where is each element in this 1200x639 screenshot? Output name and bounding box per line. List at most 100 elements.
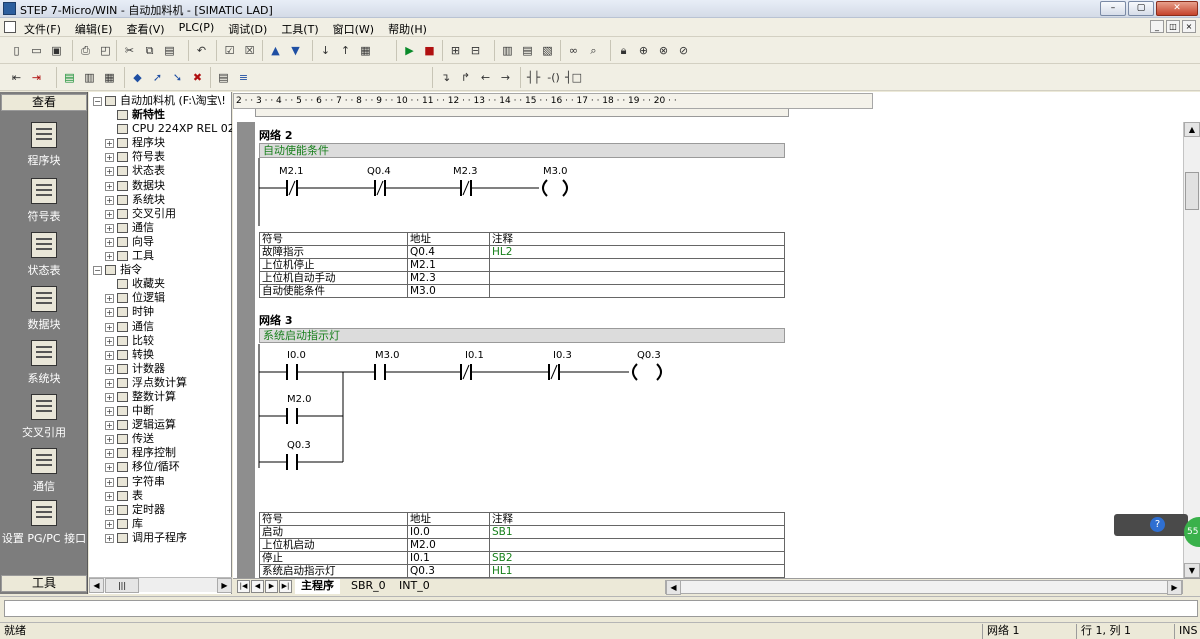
- nav-item-6[interactable]: 通信: [0, 448, 88, 494]
- compile-icon[interactable]: ☑: [221, 42, 238, 59]
- tree-item[interactable]: + 调用子程序: [89, 531, 232, 545]
- expand-icon[interactable]: +: [105, 181, 114, 191]
- read-forced-icon[interactable]: ⊗: [655, 42, 672, 59]
- tree-item[interactable]: + 整数计算: [89, 390, 232, 404]
- contact-icon[interactable]: ┤├: [525, 69, 542, 86]
- prev-bookmark-icon[interactable]: ➘: [169, 69, 186, 86]
- expand-icon[interactable]: +: [105, 237, 114, 247]
- collapse-icon[interactable]: −: [93, 97, 102, 106]
- insert-network-icon[interactable]: ⇤: [8, 69, 25, 86]
- cut-icon[interactable]: ✂: [121, 42, 138, 59]
- tree-item[interactable]: + 程序块: [89, 136, 232, 150]
- expand-icon[interactable]: +: [105, 533, 114, 543]
- expand-icon[interactable]: +: [105, 378, 114, 388]
- nav-item-7[interactable]: 设置 PG/PC 接口: [0, 500, 88, 546]
- run-icon[interactable]: ▶: [401, 42, 418, 59]
- tree-item[interactable]: 新特性: [89, 108, 232, 122]
- expand-icon[interactable]: +: [105, 491, 114, 501]
- line-right-icon[interactable]: →: [497, 69, 514, 86]
- menu-item-0[interactable]: 文件(F): [24, 21, 61, 37]
- toggle-symbol-icon[interactable]: ▦: [101, 69, 118, 86]
- tree-item[interactable]: + 计数器: [89, 362, 232, 376]
- poe-icon[interactable]: ▤: [61, 69, 78, 86]
- tree-item[interactable]: + 工具: [89, 249, 232, 263]
- tab-main[interactable]: 主程序: [295, 579, 340, 594]
- nav-item-4[interactable]: 系统块: [0, 340, 88, 386]
- lock-icon[interactable]: 🔒︎: [615, 42, 632, 59]
- menu-item-3[interactable]: PLC(P): [179, 21, 215, 37]
- toggle-bookmark-icon[interactable]: ◆: [129, 69, 146, 86]
- next-bookmark-icon[interactable]: ➚: [149, 69, 166, 86]
- apply-symbols-icon[interactable]: ▤: [215, 69, 232, 86]
- prev-tab-icon[interactable]: ◀: [251, 580, 264, 593]
- network-2-comment[interactable]: 自动使能条件: [259, 143, 785, 158]
- sort-ascending-icon[interactable]: ↓: [317, 42, 334, 59]
- minimize-button[interactable]: –: [1100, 1, 1126, 16]
- symbol-info-icon[interactable]: ≡: [235, 69, 252, 86]
- nav-item-3[interactable]: 数据块: [0, 286, 88, 332]
- nav-item-1[interactable]: 符号表: [0, 178, 88, 224]
- paste-icon[interactable]: ▤: [161, 42, 178, 59]
- sort-descending-icon[interactable]: ↑: [337, 42, 354, 59]
- editor-horizontal-scrollbar[interactable]: ◀ ▶: [665, 580, 1183, 595]
- menu-item-5[interactable]: 工具(T): [281, 21, 318, 37]
- menu-item-7[interactable]: 帮助(H): [388, 21, 427, 37]
- expand-icon[interactable]: +: [105, 350, 114, 360]
- tree-item[interactable]: + 表: [89, 489, 232, 503]
- tree-item[interactable]: + 系统块: [89, 193, 232, 207]
- save-all-icon[interactable]: ▣: [48, 42, 65, 59]
- delete-network-icon[interactable]: ⇥: [28, 69, 45, 86]
- expand-icon[interactable]: +: [105, 308, 114, 318]
- expand-icon[interactable]: +: [105, 322, 114, 332]
- tab-sbr0[interactable]: SBR_0: [345, 579, 392, 594]
- tree-item[interactable]: + 传送: [89, 432, 232, 446]
- tree-item[interactable]: + 比较: [89, 334, 232, 348]
- maximize-button[interactable]: ▢: [1128, 1, 1154, 16]
- program-status-icon[interactable]: ⊞: [447, 42, 464, 59]
- child-restore-button[interactable]: ◫: [1166, 20, 1180, 33]
- nav-view-header[interactable]: 查看: [1, 94, 87, 111]
- tree-item[interactable]: 收藏夹: [89, 277, 232, 291]
- last-tab-icon[interactable]: ▶|: [279, 580, 292, 593]
- expand-icon[interactable]: +: [105, 505, 114, 515]
- compile-all-icon[interactable]: ☒: [241, 42, 258, 59]
- nav-item-5[interactable]: 交叉引用: [0, 394, 88, 440]
- collapse-icon[interactable]: −: [93, 266, 102, 276]
- scroll-left-icon[interactable]: ◀: [89, 578, 104, 593]
- expand-icon[interactable]: +: [105, 223, 114, 233]
- network-2-ladder[interactable]: M2.1 Q0.4 M2.3 M3.0: [257, 158, 817, 228]
- scroll-up-icon[interactable]: ▲: [1184, 122, 1200, 137]
- first-tab-icon[interactable]: |◀: [237, 580, 250, 593]
- expand-icon[interactable]: +: [105, 407, 114, 417]
- upload-icon[interactable]: ▲: [267, 42, 284, 59]
- stop-icon[interactable]: ■: [421, 42, 438, 59]
- tree-item[interactable]: + 移位/循环: [89, 460, 232, 474]
- tree-item[interactable]: + 中断: [89, 404, 232, 418]
- child-close-button[interactable]: ×: [1182, 20, 1196, 33]
- tree-item[interactable]: + 数据块: [89, 179, 232, 193]
- chart-status-icon[interactable]: ▥: [499, 42, 516, 59]
- line-down-icon[interactable]: ↴: [437, 69, 454, 86]
- tree-item[interactable]: + 字符串: [89, 475, 232, 489]
- tree-item[interactable]: + 交叉引用: [89, 207, 232, 221]
- expand-icon[interactable]: +: [105, 477, 114, 487]
- output-window[interactable]: [4, 600, 1198, 617]
- close-button[interactable]: ✕: [1156, 1, 1198, 16]
- expand-icon[interactable]: +: [105, 294, 114, 304]
- editor-scroll-left-icon[interactable]: ◀: [666, 580, 681, 595]
- tree-item[interactable]: + 状态表: [89, 164, 232, 178]
- menu-item-1[interactable]: 编辑(E): [75, 21, 113, 37]
- undo-icon[interactable]: ↶: [193, 42, 210, 59]
- expand-icon[interactable]: +: [105, 463, 114, 473]
- expand-icon[interactable]: +: [105, 195, 114, 205]
- network-3-ladder[interactable]: I0.0 M3.0 I0.1 I0.3 Q0.3 M2.0 Q0.3: [257, 344, 817, 474]
- unforce-icon[interactable]: ⌕: [585, 42, 602, 59]
- unforce-all-icon[interactable]: ⊘: [675, 42, 692, 59]
- scroll-thumb[interactable]: |||: [105, 578, 139, 593]
- tree-item[interactable]: CPU 224XP REL 02: [89, 122, 232, 136]
- expand-icon[interactable]: +: [105, 364, 114, 374]
- expand-icon[interactable]: +: [105, 252, 114, 262]
- child-minimize-button[interactable]: _: [1150, 20, 1164, 33]
- new-icon[interactable]: ▯: [8, 42, 25, 59]
- scroll-right-icon[interactable]: ▶: [217, 578, 232, 593]
